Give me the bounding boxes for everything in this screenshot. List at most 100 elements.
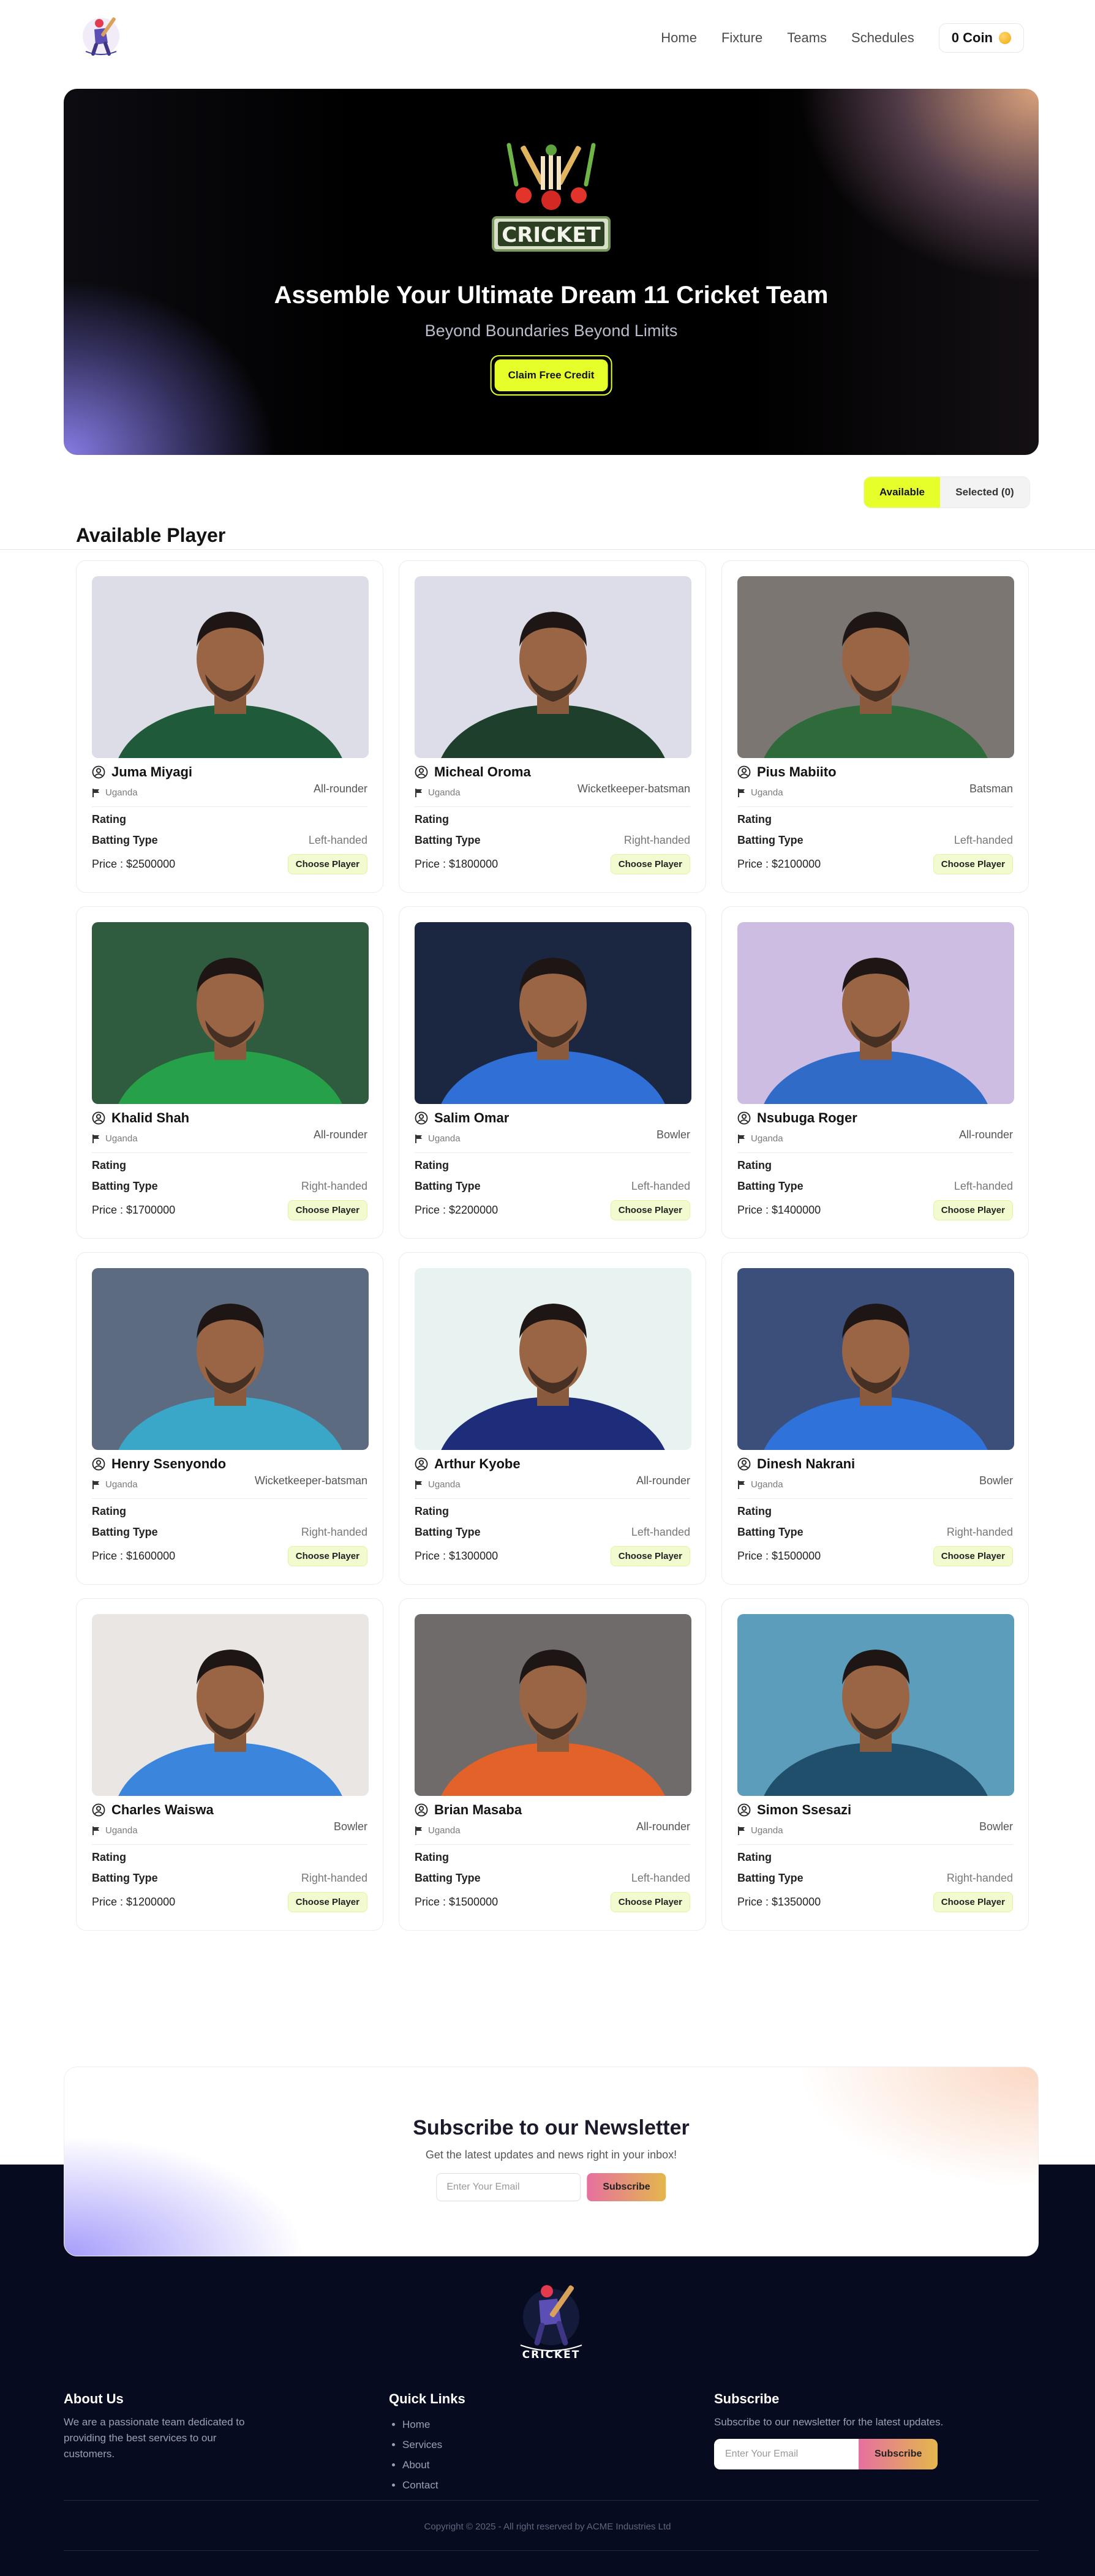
player-role: All-rounder: [313, 783, 367, 795]
player-photo: [737, 576, 1014, 758]
player-price: Price : $2500000: [92, 858, 176, 870]
user-icon: [415, 1111, 428, 1125]
hero-cricket-logo: CRICKET: [468, 132, 634, 263]
choose-player-button[interactable]: Choose Player: [610, 854, 690, 874]
player-country: Uganda: [105, 1825, 138, 1836]
flag-icon: [738, 1480, 745, 1489]
nav-home-link[interactable]: Home: [661, 30, 697, 46]
player-role: All-rounder: [958, 1128, 1013, 1141]
coin-balance[interactable]: 0 Coin: [938, 23, 1024, 53]
footer-logo[interactable]: CRICKET: [505, 2273, 597, 2365]
batting-type-value: Left-handed: [308, 834, 367, 846]
choose-player-button[interactable]: Choose Player: [933, 1546, 1013, 1566]
player-country: Uganda: [751, 1479, 783, 1490]
site-logo[interactable]: [76, 11, 126, 61]
footer-subscribe: Subscribe Subscribe to our newsletter fo…: [714, 2391, 971, 2469]
footer-link-home[interactable]: Home: [402, 2414, 465, 2435]
player-price: Price : $1300000: [415, 1550, 499, 1562]
claim-free-credit-button[interactable]: Claim Free Credit: [490, 355, 612, 396]
card-divider: [92, 806, 367, 807]
player-grid: Juma Miyagi Uganda All-rounder Rating Ba…: [76, 560, 1029, 1931]
newsletter-subtitle: Get the latest updates and news right in…: [425, 2149, 677, 2161]
card-divider: [737, 806, 1013, 807]
rating-label: Rating: [737, 1505, 772, 1517]
flag-icon: [738, 1134, 745, 1143]
batting-type-value: Right-handed: [301, 1180, 367, 1192]
available-toggle-button[interactable]: Available: [864, 477, 940, 508]
card-divider: [737, 1844, 1013, 1845]
player-role: Bowler: [333, 1820, 367, 1833]
flag-icon: [92, 788, 99, 797]
footer-subscribe-text: Subscribe to our newsletter for the late…: [714, 2416, 944, 2428]
coin-balance-label: 0 Coin: [951, 30, 993, 45]
player-role: Wicketkeeper-batsman: [577, 783, 690, 795]
coin-icon: [999, 32, 1011, 44]
card-divider: [92, 1152, 367, 1153]
player-price: Price : $2200000: [415, 1204, 499, 1216]
player-country: Uganda: [428, 1825, 461, 1836]
rating-label: Rating: [737, 1159, 772, 1171]
player-country: Uganda: [428, 787, 461, 798]
player-name: Simon Ssesazi: [757, 1802, 852, 1817]
batting-type-value: Right-handed: [946, 1872, 1013, 1884]
flag-icon: [415, 788, 422, 797]
choose-player-button[interactable]: Choose Player: [933, 854, 1013, 874]
footer-link-contact[interactable]: Contact: [402, 2475, 465, 2495]
selected-toggle-button[interactable]: Selected (0): [940, 477, 1029, 508]
footer-bottom-divider: [64, 2550, 1039, 2551]
nav-teams-link[interactable]: Teams: [787, 30, 827, 46]
flag-icon: [415, 1480, 422, 1489]
footer-about-title: About Us: [64, 2391, 124, 2406]
player-name: Arthur Kyobe: [434, 1456, 521, 1471]
player-country: Uganda: [751, 787, 783, 798]
newsletter-email-input[interactable]: Enter Your Email: [436, 2173, 581, 2201]
choose-player-button[interactable]: Choose Player: [610, 1892, 690, 1912]
player-card: Arthur Kyobe Uganda All-rounder Rating B…: [399, 1252, 706, 1585]
footer-email-input[interactable]: Enter Your Email: [714, 2439, 859, 2469]
footer-link-services[interactable]: Services: [402, 2435, 465, 2455]
player-role: Wicketkeeper-batsman: [254, 1474, 367, 1487]
flag-icon: [415, 1826, 422, 1835]
nav-fixture-link[interactable]: Fixture: [721, 30, 762, 46]
player-price: Price : $1700000: [92, 1204, 176, 1216]
user-icon: [415, 1803, 428, 1817]
player-photo: [92, 576, 369, 758]
choose-player-button[interactable]: Choose Player: [610, 1200, 690, 1220]
user-icon: [415, 1457, 428, 1471]
rating-label: Rating: [92, 1159, 126, 1171]
nav-schedules-link[interactable]: Schedules: [851, 30, 914, 46]
player-card: Pius Mabiito Uganda Batsman Rating Batti…: [721, 560, 1029, 893]
player-photo: [737, 1614, 1014, 1796]
player-name: Nsubuga Roger: [757, 1110, 857, 1125]
player-name: Dinesh Nakrani: [757, 1456, 856, 1471]
footer-link-about[interactable]: About: [402, 2455, 465, 2475]
player-card: Micheal Oroma Uganda Wicketkeeper-batsma…: [399, 560, 706, 893]
player-country: Uganda: [751, 1133, 783, 1144]
newsletter-subscribe-button[interactable]: Subscribe: [587, 2173, 666, 2201]
choose-player-button[interactable]: Choose Player: [287, 1546, 367, 1566]
choose-player-button[interactable]: Choose Player: [287, 1892, 367, 1912]
choose-player-button[interactable]: Choose Player: [933, 1892, 1013, 1912]
batting-type-label: Batting Type: [737, 1180, 803, 1192]
choose-player-button[interactable]: Choose Player: [933, 1200, 1013, 1220]
player-country: Uganda: [105, 1479, 138, 1490]
player-role: All-rounder: [636, 1820, 690, 1833]
footer-subscribe-button[interactable]: Subscribe: [859, 2439, 938, 2469]
rating-label: Rating: [737, 1851, 772, 1863]
choose-player-button[interactable]: Choose Player: [287, 854, 367, 874]
choose-player-button[interactable]: Choose Player: [610, 1546, 690, 1566]
batting-type-value: Right-handed: [301, 1872, 367, 1884]
flag-icon: [738, 1826, 745, 1835]
rating-label: Rating: [415, 1505, 449, 1517]
footer-logo-text: CRICKET: [522, 2349, 581, 2361]
batting-type-label: Batting Type: [415, 1872, 481, 1884]
choose-player-button[interactable]: Choose Player: [287, 1200, 367, 1220]
card-divider: [737, 1152, 1013, 1153]
flag-icon: [92, 1826, 99, 1835]
card-divider: [415, 1152, 690, 1153]
player-card: Khalid Shah Uganda All-rounder Rating Ba…: [76, 906, 383, 1239]
card-divider: [737, 1498, 1013, 1499]
player-view-toggle: Available Selected (0): [864, 476, 1030, 508]
card-divider: [415, 1844, 690, 1845]
player-price: Price : $1800000: [415, 858, 499, 870]
